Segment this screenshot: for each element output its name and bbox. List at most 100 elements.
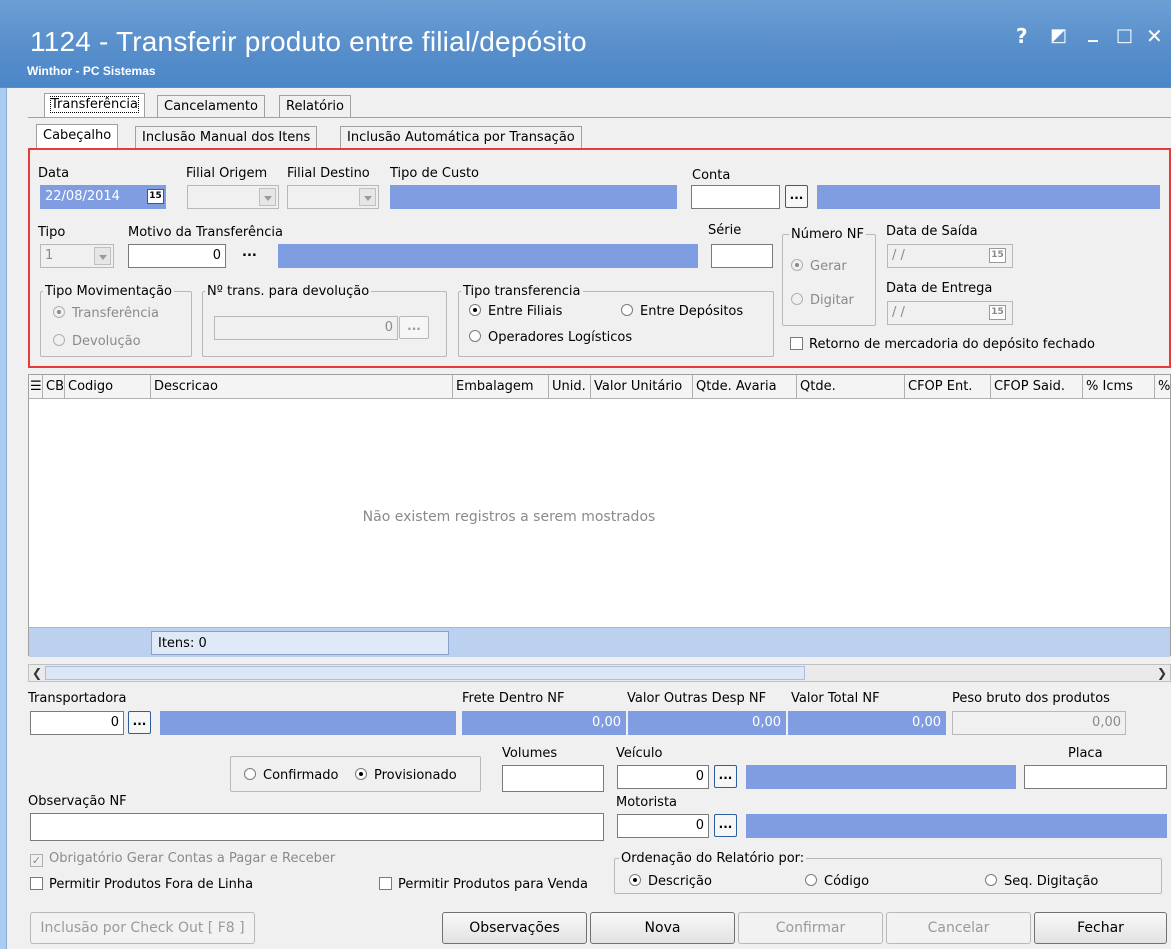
tab-divider — [28, 117, 1171, 118]
entre-filiais-radio[interactable]: Entre Filiais — [469, 304, 562, 319]
transferencia-radio[interactable]: Transferência — [53, 306, 159, 321]
motivo-field[interactable]: 0 — [128, 244, 226, 268]
motorista-search-button[interactable]: ... — [714, 814, 737, 837]
help-button[interactable]: ? — [1016, 26, 1028, 46]
conta-label: Conta — [692, 168, 731, 183]
grid-footer: Itens: 0 — [29, 627, 1170, 657]
scroll-right-icon[interactable]: ❯ — [1154, 665, 1170, 681]
fechar-button[interactable]: Fechar — [1034, 912, 1167, 944]
tipo-movimentacao-label: Tipo Movimentação — [43, 284, 174, 299]
observacao-label: Observação NF — [28, 794, 127, 809]
gerar-radio[interactable]: Gerar — [791, 259, 847, 274]
veiculo-label: Veículo — [616, 746, 663, 761]
transportadora-search-button[interactable]: ... — [128, 711, 151, 734]
column-header[interactable]: Codigo — [65, 375, 151, 398]
column-header[interactable]: Embalagem — [453, 375, 549, 398]
calendar-icon[interactable]: 15 — [989, 248, 1006, 263]
transportadora-label: Transportadora — [28, 691, 127, 706]
transportadora-field[interactable]: 0 — [30, 711, 124, 735]
confirmar-button[interactable]: Confirmar — [738, 912, 883, 944]
permitir-venda-checkbox[interactable]: Permitir Produtos para Venda — [379, 877, 588, 892]
close-button[interactable]: ✕ — [1146, 26, 1163, 46]
column-header[interactable]: Qtde. Avaria — [693, 375, 797, 398]
ordenacao-codigo-radio[interactable]: Código — [805, 874, 869, 889]
numero-nf-label: Número NF — [789, 227, 866, 242]
minimize-button[interactable]: _ — [1088, 20, 1098, 40]
nova-button[interactable]: Nova — [590, 912, 735, 944]
observacoes-button[interactable]: Observações — [442, 912, 587, 944]
column-header[interactable]: Qtde. — [797, 375, 905, 398]
ordenacao-seq-radio[interactable]: Seq. Digitação — [985, 874, 1098, 889]
conta-description — [817, 185, 1160, 209]
confirmado-radio[interactable]: Confirmado — [244, 768, 338, 783]
obrigatorio-checkbox[interactable]: ✓ Obrigatório Gerar Contas a Pagar e Rece… — [30, 851, 335, 867]
tab-transferencia[interactable]: Transferência — [44, 93, 145, 118]
motorista-field[interactable]: 0 — [617, 814, 709, 838]
placa-field[interactable] — [1024, 765, 1167, 789]
provisionado-radio[interactable]: Provisionado — [355, 768, 457, 783]
serie-field[interactable] — [711, 244, 773, 268]
volumes-field[interactable] — [502, 765, 604, 792]
column-header[interactable]: % Icms — [1083, 375, 1155, 398]
ntrans-label: Nº trans. para devolução — [205, 284, 372, 299]
tab-inclusao-automatica[interactable]: Inclusão Automática por Transação — [340, 126, 582, 148]
permitir-fora-linha-checkbox[interactable]: Permitir Produtos Fora de Linha — [30, 877, 253, 892]
column-header[interactable]: CFOP Said. — [991, 375, 1083, 398]
filial-destino-label: Filial Destino — [287, 166, 370, 181]
ordenacao-group: Ordenação do Relatório por: Descrição Có… — [614, 851, 1162, 894]
column-header[interactable]: Descricao — [151, 375, 453, 398]
cancelar-button[interactable]: Cancelar — [886, 912, 1031, 944]
conta-search-button[interactable]: ... — [785, 185, 808, 208]
conta-field[interactable] — [691, 185, 780, 209]
ntrans-search-button[interactable]: ... — [399, 316, 429, 339]
window-subtitle: Winthor - PC Sistemas — [27, 64, 156, 78]
column-header[interactable]: CFOP Ent. — [905, 375, 991, 398]
data-label: Data — [38, 166, 70, 181]
tipo-select[interactable]: 1 — [40, 244, 114, 268]
scroll-left-icon[interactable]: ❮ — [29, 665, 45, 681]
digitar-radio[interactable]: Digitar — [791, 293, 854, 308]
ordenacao-descricao-radio[interactable]: Descrição — [629, 874, 712, 889]
outras-desp-label: Valor Outras Desp NF — [627, 691, 767, 706]
ntrans-field[interactable]: 0 — [214, 316, 398, 340]
veiculo-search-button[interactable]: ... — [714, 765, 737, 788]
veiculo-field[interactable]: 0 — [617, 765, 709, 789]
entre-depositos-radio[interactable]: Entre Depósitos — [621, 304, 743, 319]
tab-inclusao-manual[interactable]: Inclusão Manual dos Itens — [135, 126, 318, 148]
column-header[interactable]: Valor Unitário — [591, 375, 693, 398]
tipo-transferencia-label: Tipo transferencia — [461, 284, 583, 299]
tipo-custo-field[interactable] — [390, 185, 677, 209]
ntrans-group: Nº trans. para devolução 0 ... — [202, 284, 447, 357]
observacao-field[interactable] — [30, 813, 604, 841]
tab-relatorio[interactable]: Relatório — [279, 95, 351, 117]
motivo-search-button[interactable]: ... — [242, 245, 257, 260]
checkout-button[interactable]: Inclusão por Check Out [ F8 ] — [30, 912, 255, 944]
operadores-logisticos-radio[interactable]: Operadores Logísticos — [469, 330, 632, 345]
retorno-checkbox[interactable]: Retorno de mercadoria do depósito fechad… — [790, 337, 1095, 352]
horizontal-scrollbar[interactable]: ❮ ❯ — [28, 664, 1171, 682]
calendar-icon[interactable]: 15 — [147, 189, 164, 204]
items-grid: ☰ CB Codigo Descricao Embalagem Unid. Va… — [28, 374, 1171, 657]
column-header[interactable]: CB — [43, 375, 65, 398]
tab-cabecalho[interactable]: Cabeçalho — [36, 124, 119, 149]
restore-icon[interactable]: ◩ — [1050, 26, 1067, 46]
placa-label: Placa — [1068, 746, 1103, 761]
tipo-movimentacao-group: Tipo Movimentação Transferência Devoluçã… — [40, 284, 192, 357]
tipo-transferencia-group: Tipo transferencia Entre Filiais Entre D… — [458, 284, 774, 357]
grid-menu-icon[interactable]: ☰ — [29, 375, 43, 398]
numero-nf-group: Número NF Gerar Digitar — [782, 227, 876, 326]
calendar-icon[interactable]: 15 — [989, 305, 1006, 320]
filial-destino-select[interactable] — [287, 185, 379, 209]
column-header[interactable]: Unid. — [549, 375, 591, 398]
transportadora-description — [160, 711, 456, 735]
scroll-thumb[interactable] — [45, 666, 805, 680]
tab-cancelamento[interactable]: Cancelamento — [157, 95, 265, 117]
filial-origem-select[interactable] — [187, 185, 279, 209]
grid-header: ☰ CB Codigo Descricao Embalagem Unid. Va… — [29, 375, 1170, 399]
devolucao-radio[interactable]: Devolução — [53, 334, 141, 349]
maximize-button[interactable]: □ — [1116, 26, 1133, 46]
data-saida-label: Data de Saída — [886, 224, 978, 239]
ordenacao-label: Ordenação do Relatório por: — [619, 851, 807, 866]
peso-field: 0,00 — [952, 711, 1126, 735]
column-header[interactable]: % — [1155, 375, 1170, 398]
